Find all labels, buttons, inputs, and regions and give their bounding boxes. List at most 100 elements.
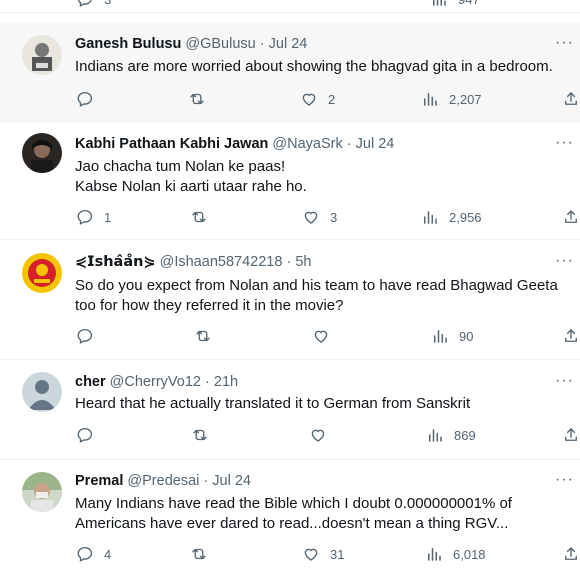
tweet-actions: 90 [76,327,580,347]
author-name[interactable]: Ganesh Bulusu [75,36,181,52]
author-name[interactable]: cher [75,374,106,390]
tweet-text-line: Jao chacha tum Nolan ke paas! [75,158,286,175]
like-button[interactable] [312,327,330,345]
heart-icon [304,211,318,224]
views-button[interactable]: 2,207 [421,90,482,108]
logo-avatar[interactable] [22,253,62,293]
share-icon [565,329,577,342]
share-button[interactable] [562,545,580,568]
author-handle[interactable]: @Predesai [127,473,199,489]
tweet-time[interactable]: 21h [214,374,238,390]
retweet-button[interactable] [190,545,208,563]
more-options-icon[interactable]: ··· [555,372,574,390]
more-options-icon[interactable]: ··· [555,134,574,152]
heart-icon [304,548,318,561]
tweet-time[interactable]: 5h [295,254,311,270]
photo-avatar[interactable] [22,472,62,512]
tweet-ganesh[interactable]: Ganesh Bulusu @GBulusu · Jul 24 ··· Indi… [0,22,580,122]
tweet-header: ⋞𝗜𝘀𝗵𝗮̂𝗮̊𝗻⋟ @Ishaan58742218 · 5h [75,254,312,270]
tweet-text: Heard that he actually translated it to … [75,394,570,414]
tweet-premal[interactable]: Premal @Predesai · Jul 24 ··· Many India… [0,460,580,577]
tweet-actions: 4 31 6,018 [76,545,580,565]
tweet-text: Indians are more worried about showing t… [75,57,570,77]
heart-icon [302,93,316,106]
tweet-time[interactable]: Jul 24 [269,36,308,52]
author-name[interactable]: Premal [75,473,123,489]
tweet-text-line: Kabse Nolan ki aarti utaar rahe ho. [75,178,307,195]
share-button[interactable] [562,426,580,449]
author-handle[interactable]: @NayaSrk [272,136,342,152]
reply-button[interactable] [76,327,94,345]
reply-button[interactable] [76,90,104,108]
share-button[interactable] [562,208,580,231]
reply-button[interactable]: 1 [76,208,111,226]
like-button[interactable] [309,426,327,444]
views-button[interactable]: 90 [431,327,473,345]
retweet-icon [190,93,204,105]
views-icon [434,330,447,343]
author-name[interactable]: ⋞𝗜𝘀𝗵𝗮̂𝗮̊𝗻⋟ [75,254,156,270]
like-count: 2 [328,91,336,107]
heart-icon [314,330,328,343]
reply-icon [77,546,93,562]
more-options-icon[interactable]: ··· [555,471,574,489]
default-avatar[interactable] [22,372,62,412]
author-handle[interactable]: @Ishaan58742218 [160,254,283,270]
tweet-actions: 869 [76,426,580,446]
views-icon [429,429,442,442]
reply-count: 1 [104,209,112,225]
reply-icon [77,209,93,225]
previous-tweet-actions: 3 947 [0,0,580,13]
tweet-time[interactable]: Jul 24 [356,136,395,152]
tweet-text: Jao chacha tum Nolan ke paas! Kabse Nola… [75,157,570,197]
reply-button[interactable]: 3 [76,0,111,8]
author-name[interactable]: Kabhi Pathaan Kabhi Jawan [75,136,268,152]
retweet-icon [192,211,206,223]
share-icon [565,210,577,223]
share-button[interactable] [562,90,580,113]
more-options-icon[interactable]: ··· [555,34,574,52]
views-count: 2,207 [449,91,482,107]
share-icon [565,547,577,560]
tweet-ishaan[interactable]: ⋞𝗜𝘀𝗵𝗮̂𝗮̊𝗻⋟ @Ishaan58742218 · 5h ··· So d… [0,240,580,360]
views-button[interactable]: 6,018 [425,545,486,563]
retweet-icon [192,548,206,560]
views-button[interactable]: 2,956 [421,208,482,226]
share-icon [565,428,577,441]
tweet-time[interactable]: Jul 24 [212,473,251,489]
author-handle[interactable]: @CherryVo12 [110,374,201,390]
views-button[interactable]: 869 [426,426,476,444]
retweet-button[interactable] [194,327,212,345]
reply-count: 3 [104,0,111,7]
retweet-button[interactable] [188,90,206,108]
views-count: 947 [458,0,480,7]
tweet-text: So do you expect from Nolan and his team… [75,276,570,316]
reply-icon [77,91,93,107]
tweet-text-line: Indians are more worried about showing t… [75,58,553,75]
more-options-icon[interactable]: ··· [555,252,574,270]
reply-button[interactable]: 4 [76,545,111,563]
tweet-text-line: Heard that he actually translated it to … [75,395,471,412]
like-button[interactable]: 3 [302,208,337,226]
views-icon [428,548,441,561]
tweet-text-line: Many Indians have read the Bible which I… [75,495,512,512]
reply-icon [77,328,93,344]
person-sketch-avatar[interactable] [22,35,62,75]
like-button[interactable]: 2 [300,90,335,108]
tweet-cher[interactable]: cher @CherryVo12 · 21h ··· Heard that he… [0,360,580,460]
tweet-nayasrk[interactable]: Kabhi Pathaan Kabhi Jawan @NayaSrk · Jul… [0,122,580,240]
views-button[interactable]: 947 [430,0,480,8]
like-button[interactable]: 31 [302,545,344,563]
author-handle[interactable]: @GBulusu [185,36,255,52]
reply-button[interactable] [76,426,94,444]
portrait-avatar[interactable] [22,133,62,173]
share-button[interactable] [562,327,580,350]
retweet-button[interactable] [190,208,208,226]
tweet-actions: 1 3 2,956 [76,208,580,228]
tweet-actions: 2 2,207 [76,90,580,110]
tweet-text-line: So do you expect from Nolan and his team… [75,277,558,294]
views-icon [424,211,437,224]
views-count: 2,956 [449,209,482,225]
retweet-button[interactable] [191,426,209,444]
retweet-icon [193,429,207,441]
